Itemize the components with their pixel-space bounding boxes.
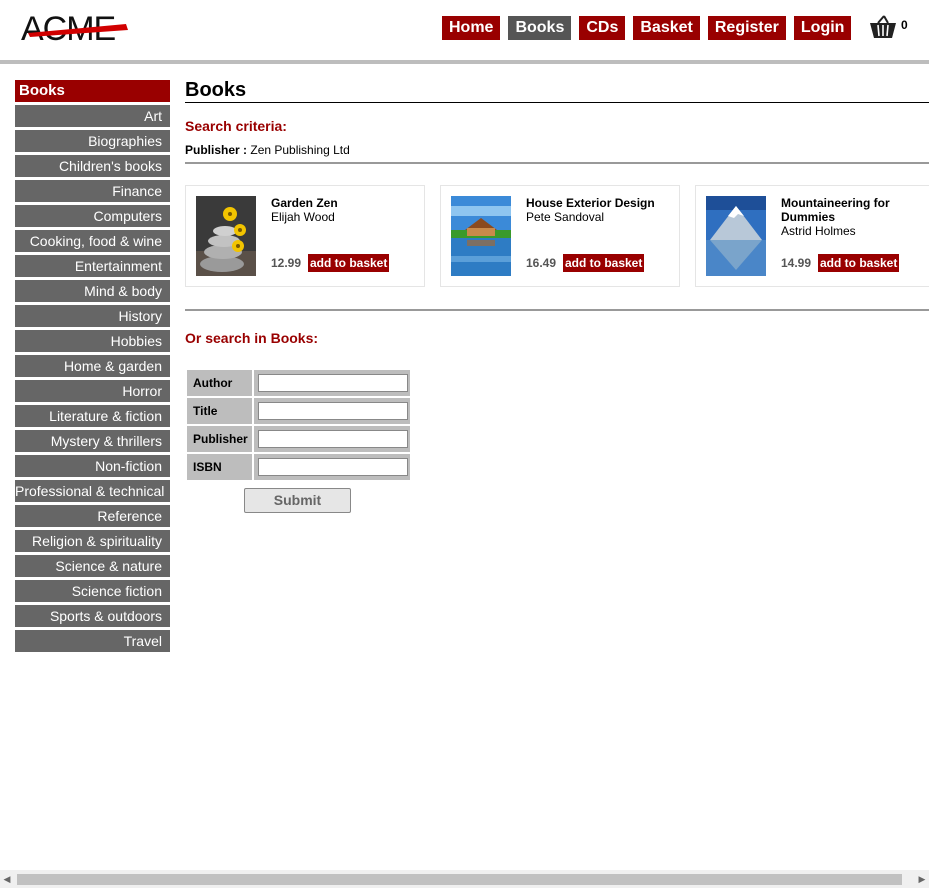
submit-button[interactable]: Submit [244, 488, 351, 513]
nav-register[interactable]: Register [707, 16, 786, 40]
isbn-label: ISBN [187, 454, 252, 480]
product-title[interactable]: House Exterior Design [526, 196, 676, 210]
add-to-basket-button[interactable]: add to basket [563, 254, 645, 272]
or-search-label: Or search in Books: [185, 330, 319, 346]
sidebar-item-home-garden[interactable]: Home & garden [15, 355, 170, 377]
criteria-divider [185, 162, 929, 164]
scroll-left-icon[interactable]: ◀ [0, 870, 14, 888]
product-list: Garden Zen Elijah Wood 12.99 add to bask… [185, 185, 929, 287]
scrollbar-thumb[interactable] [17, 874, 902, 885]
sidebar-item-religion-spirituality[interactable]: Religion & spirituality [15, 530, 170, 552]
sidebar-item-non-fiction[interactable]: Non-fiction [15, 455, 170, 477]
form-row-author: Author [185, 370, 410, 396]
form-row-title: Title [185, 398, 410, 424]
product-author: Astrid Holmes [781, 224, 856, 238]
page-title: Books [185, 79, 247, 101]
sidebar-item-professional-technical[interactable]: Professional & technical [15, 480, 170, 502]
main-content: Books Search criteria: Publisher : Zen P… [185, 78, 929, 513]
sidebar-item-entertainment[interactable]: Entertainment [15, 255, 170, 277]
book-cover-house-exterior[interactable] [451, 196, 511, 276]
sidebar-item-art[interactable]: Art [15, 105, 170, 127]
sidebar-item-computers[interactable]: Computers [15, 205, 170, 227]
form-row-publisher: Publisher [185, 426, 410, 452]
title-divider [185, 102, 929, 103]
product-price: 14.99 [781, 256, 812, 270]
product-card: Mountaineering for Dummies Astrid Holmes… [695, 185, 929, 287]
sidebar-item-history[interactable]: History [15, 305, 170, 327]
criteria-value: Zen Publishing Ltd [250, 143, 350, 157]
sidebar-item-science-nature[interactable]: Science & nature [15, 555, 170, 577]
scroll-right-icon[interactable]: ▶ [915, 870, 929, 888]
sidebar-item-finance[interactable]: Finance [15, 180, 170, 202]
product-price: 16.49 [526, 256, 557, 270]
sidebar-item-childrens-books[interactable]: Children's books [15, 155, 170, 177]
nav-home[interactable]: Home [442, 16, 501, 40]
publisher-label: Publisher [187, 426, 252, 452]
product-card: House Exterior Design Pete Sandoval 16.4… [440, 185, 680, 287]
sidebar-item-mystery-thrillers[interactable]: Mystery & thrillers [15, 430, 170, 452]
publisher-cell [254, 426, 410, 452]
sidebar-item-cooking[interactable]: Cooking, food & wine [15, 230, 170, 252]
criteria-key: Publisher : [185, 143, 248, 157]
publisher-input[interactable] [258, 430, 408, 448]
sidebar-heading[interactable]: Books [15, 80, 170, 102]
author-input[interactable] [258, 374, 408, 392]
header-divider [0, 60, 929, 64]
add-to-basket-button[interactable]: add to basket [818, 254, 900, 272]
basket-icon[interactable] [868, 14, 898, 42]
sidebar-item-science-fiction[interactable]: Science fiction [15, 580, 170, 602]
title-label: Title [187, 398, 252, 424]
nav-basket[interactable]: Basket [633, 16, 700, 40]
isbn-cell [254, 454, 410, 480]
nav-cds[interactable]: CDs [579, 16, 626, 40]
nav-books[interactable]: Books [508, 16, 572, 40]
product-title[interactable]: Garden Zen [271, 196, 421, 210]
sidebar-item-travel[interactable]: Travel [15, 630, 170, 652]
product-author: Elijah Wood [271, 210, 335, 224]
search-criteria: Publisher : Zen Publishing Ltd [185, 143, 350, 157]
book-cover-mountaineering[interactable] [706, 196, 766, 276]
sidebar-item-biographies[interactable]: Biographies [15, 130, 170, 152]
sidebar-item-reference[interactable]: Reference [15, 505, 170, 527]
category-sidebar: Books Art Biographies Children's books F… [15, 80, 170, 655]
title-input[interactable] [258, 402, 408, 420]
sidebar-item-hobbies[interactable]: Hobbies [15, 330, 170, 352]
author-cell [254, 370, 410, 396]
main-nav: Home Books CDs Basket Register Login [442, 16, 852, 40]
search-criteria-label: Search criteria: [185, 118, 287, 134]
product-card: Garden Zen Elijah Wood 12.99 add to bask… [185, 185, 425, 287]
product-title[interactable]: Mountaineering for Dummies [781, 196, 929, 224]
horizontal-scrollbar[interactable]: ◀ ▶ [0, 870, 929, 888]
title-cell [254, 398, 410, 424]
sidebar-item-literature-fiction[interactable]: Literature & fiction [15, 405, 170, 427]
basket-count: 0 [901, 18, 908, 32]
acme-logo[interactable]: ACME [20, 10, 132, 46]
sidebar-item-sports-outdoors[interactable]: Sports & outdoors [15, 605, 170, 627]
header: ACME Home Books CDs Basket Register Logi… [0, 0, 929, 64]
book-cover-garden-zen[interactable] [196, 196, 256, 276]
search-form: Author Title Publisher ISBN Submit [185, 370, 410, 513]
product-price: 12.99 [271, 256, 302, 270]
form-row-isbn: ISBN [185, 454, 410, 480]
isbn-input[interactable] [258, 458, 408, 476]
sidebar-item-mind-body[interactable]: Mind & body [15, 280, 170, 302]
product-author: Pete Sandoval [526, 210, 605, 224]
sidebar-item-horror[interactable]: Horror [15, 380, 170, 402]
products-divider [185, 309, 929, 311]
add-to-basket-button[interactable]: add to basket [308, 254, 390, 272]
author-label: Author [187, 370, 252, 396]
nav-login[interactable]: Login [793, 16, 852, 40]
